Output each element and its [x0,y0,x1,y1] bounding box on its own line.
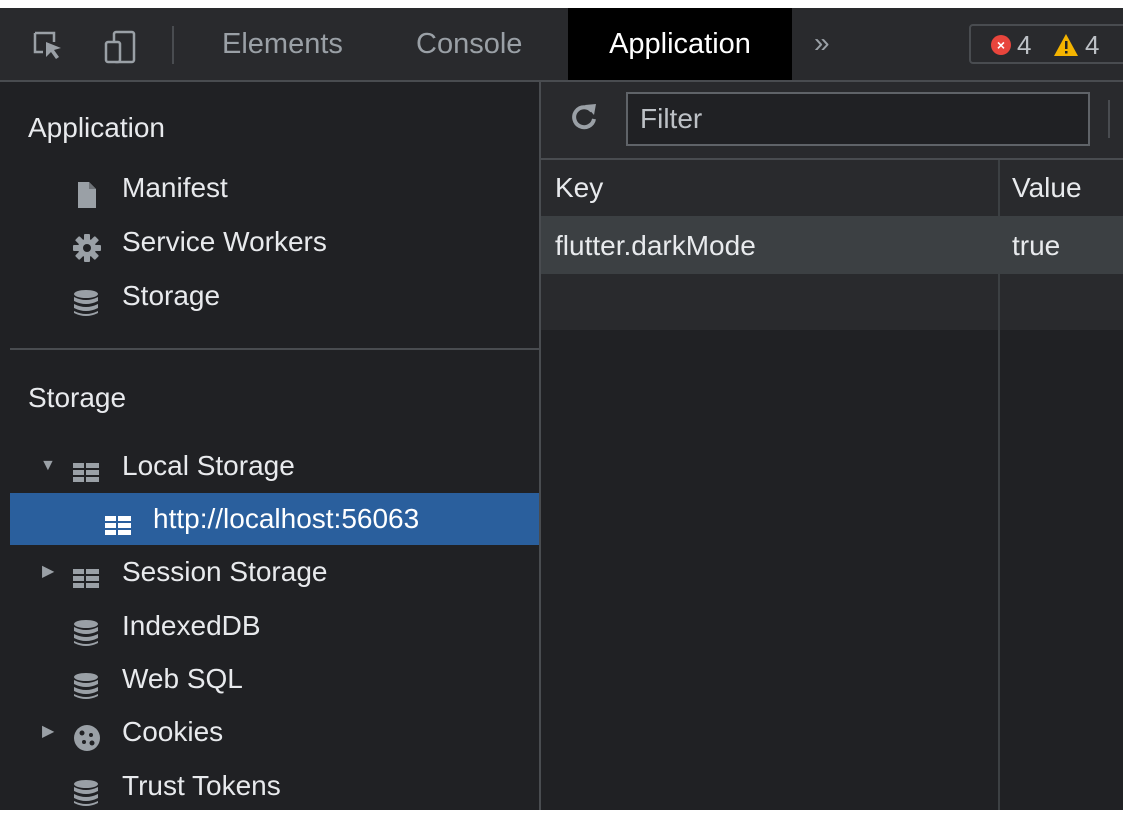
sidebar-item-session-storage[interactable]: ▶ Session Storage [10,546,539,598]
table-header: Key Value [541,160,1123,218]
application-sidebar: Application Manifest Service Workers Sto… [0,82,541,810]
sidebar-item-storage[interactable]: Storage [10,270,539,322]
sidebar-item-local-storage[interactable]: ▼ Local Storage [10,440,539,492]
sidebar-item-cookies[interactable]: ▶ Cookies [10,706,539,758]
error-count: 4 [1017,30,1032,60]
column-divider[interactable] [998,160,1000,810]
sidebar-item-label: Storage [122,280,221,311]
sidebar-item-label: http://localhost:56063 [153,503,420,534]
sidebar-item-indexeddb[interactable]: IndexedDB [10,600,539,652]
devtools-toolbar: Elements Console Application » × 4 4 [0,8,1123,82]
filter-input[interactable] [626,92,1090,146]
tab-elements[interactable]: Elements [222,8,343,80]
toolbar-divider [172,26,174,64]
key-value-table: Key Value flutter.darkMode true [541,160,1123,810]
expand-right-icon[interactable]: ▶ [42,546,54,598]
sidebar-item-label: Manifest [122,172,228,203]
warning-icon [1053,33,1079,64]
database-icon [72,612,100,646]
section-title-application: Application [28,112,165,143]
sidebar-item-label: Trust Tokens [122,770,281,801]
expand-down-icon[interactable]: ▼ [40,440,56,492]
sidebar-item-manifest[interactable]: Manifest [10,162,539,214]
row-key[interactable]: flutter.darkMode [555,218,756,274]
sidebar-item-label: Cookies [122,716,224,747]
expand-right-icon[interactable]: ▶ [42,706,54,758]
warning-count: 4 [1085,30,1100,60]
table-icon [72,558,100,588]
empty-table-row[interactable] [541,274,1123,330]
issues-counter[interactable]: × 4 4 [969,24,1123,64]
toolbar-divider [1108,100,1110,138]
storage-toolbar [541,82,1123,160]
table-row[interactable]: flutter.darkMode true [541,218,1123,274]
error-icon: × [991,35,1011,55]
device-toolbar-icon[interactable] [104,30,136,64]
section-divider [10,348,539,350]
tab-console[interactable]: Console [416,8,522,80]
column-header-value[interactable]: Value [1012,160,1082,216]
table-icon [72,452,100,482]
row-value[interactable]: true [1012,218,1060,274]
column-header-key[interactable]: Key [555,160,603,216]
sidebar-item-label: Service Workers [122,226,327,257]
sidebar-item-label: Web SQL [122,663,243,694]
sidebar-item-localhost-origin[interactable]: http://localhost:56063 [10,493,539,545]
sidebar-item-service-workers[interactable]: Service Workers [10,216,539,268]
tab-application[interactable]: Application [568,8,792,80]
sidebar-item-trust-tokens[interactable]: Trust Tokens [10,760,539,812]
sidebar-item-label: IndexedDB [122,610,261,641]
sidebar-item-label: Local Storage [122,450,295,481]
section-title-storage: Storage [28,382,127,413]
refresh-icon[interactable] [569,102,599,132]
file-icon [72,174,100,208]
inspect-element-icon[interactable] [32,30,64,62]
cookie-icon [72,718,100,751]
devtools-window: Elements Console Application » × 4 4 App… [0,8,1123,810]
gear-icon [72,228,101,262]
storage-main-pane: Key Value flutter.darkMode true [541,82,1123,810]
table-icon [104,505,132,535]
sidebar-item-web-sql[interactable]: Web SQL [10,653,539,705]
database-icon [72,282,100,316]
sidebar-item-label: Session Storage [122,556,328,587]
database-icon [72,665,100,699]
database-icon [72,772,100,806]
more-tabs-icon[interactable]: » [814,8,830,80]
